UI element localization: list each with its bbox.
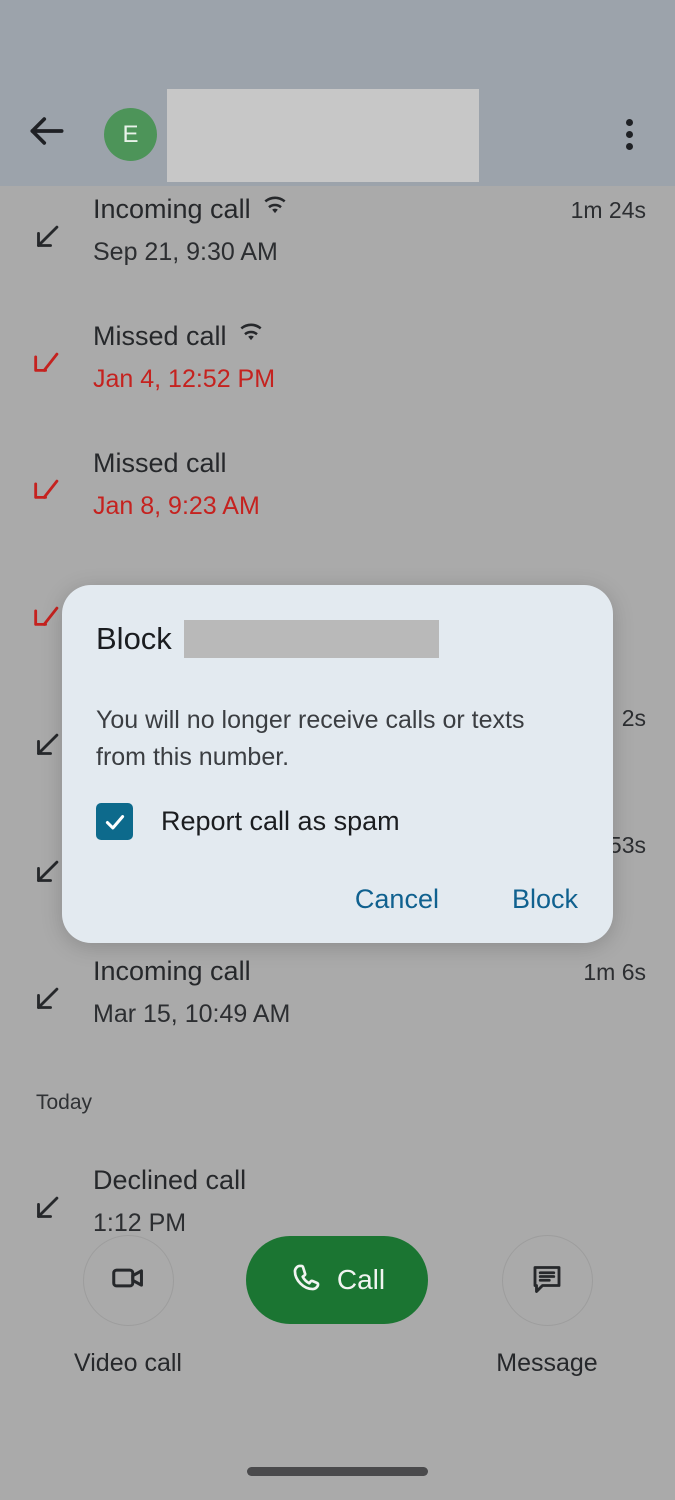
call-type-title: Declined call bbox=[93, 1163, 246, 1197]
call-type-title: Missed call bbox=[93, 446, 227, 480]
call-type-label: Missed call bbox=[93, 321, 227, 351]
call-button-label: Call bbox=[336, 1264, 386, 1295]
top-app-bar: E bbox=[0, 0, 675, 186]
call-button[interactable]: Call bbox=[246, 1236, 428, 1324]
cancel-button[interactable]: Cancel bbox=[353, 878, 441, 921]
call-log-entry[interactable]: Missed call Jan 8, 9:23 AM bbox=[0, 440, 675, 567]
dialog-title-number-redaction bbox=[183, 620, 439, 658]
more-vert-icon bbox=[625, 118, 633, 150]
call-datetime: Sep 21, 9:30 AM bbox=[93, 238, 278, 266]
message-button[interactable]: Message bbox=[457, 1235, 637, 1378]
dialog-button-row: Cancel Block bbox=[353, 878, 580, 921]
chat-bubble-icon bbox=[529, 1260, 565, 1301]
call-log-entry[interactable]: Incoming call Sep 21, 9:30 AM 1m 24s bbox=[0, 186, 675, 313]
dialog-message: You will no longer receive calls or text… bbox=[96, 706, 525, 771]
back-arrow-icon bbox=[25, 109, 69, 158]
phone-screen: E Incoming call Sep 21, 9:30 AM 1m 24s M… bbox=[0, 0, 675, 1500]
video-call-label: Video call bbox=[74, 1349, 182, 1377]
incoming-call-arrow-icon bbox=[30, 220, 64, 254]
bottom-action-bar: Video call Call Message bbox=[0, 1235, 675, 1410]
message-label: Message bbox=[496, 1349, 598, 1377]
call-duration: 1m 24s bbox=[570, 197, 646, 223]
call-datetime: Jan 8, 9:23 AM bbox=[93, 492, 260, 520]
declined-call-arrow-icon bbox=[30, 1191, 64, 1225]
dialog-title: Block bbox=[96, 617, 439, 661]
phone-handset-icon bbox=[289, 1261, 323, 1300]
report-spam-label: Report call as spam bbox=[161, 806, 400, 836]
overflow-menu-button[interactable] bbox=[605, 110, 653, 158]
report-spam-checkbox[interactable] bbox=[96, 803, 133, 840]
incoming-call-arrow-icon bbox=[30, 982, 64, 1016]
incoming-call-arrow-icon bbox=[30, 855, 64, 889]
wifi-call-icon bbox=[238, 319, 264, 353]
block-confirm-button[interactable]: Block bbox=[510, 878, 580, 921]
call-type-label: Declined call bbox=[93, 1165, 247, 1195]
missed-call-arrow-icon bbox=[30, 474, 64, 508]
missed-call-arrow-icon bbox=[30, 601, 64, 635]
call-type-title: Incoming call bbox=[93, 192, 288, 226]
call-type-label: Incoming call bbox=[93, 956, 251, 986]
call-type-label: Missed call bbox=[93, 448, 227, 478]
call-type-title: Missed call bbox=[93, 319, 264, 353]
video-call-button-circle bbox=[82, 1235, 174, 1326]
video-call-button[interactable]: Video call bbox=[38, 1235, 218, 1378]
call-datetime: Mar 15, 10:49 AM bbox=[93, 1000, 291, 1028]
contact-name-redaction bbox=[167, 89, 479, 182]
dialog-title-text: Block bbox=[96, 621, 172, 656]
avatar-initial: E bbox=[122, 120, 139, 148]
call-datetime: Jan 4, 12:52 PM bbox=[93, 365, 276, 393]
call-log-entry[interactable]: Missed call Jan 4, 12:52 PM bbox=[0, 313, 675, 440]
call-duration: 53s bbox=[608, 832, 646, 858]
call-duration: 1m 6s bbox=[583, 959, 646, 985]
missed-call-arrow-icon bbox=[30, 347, 64, 381]
contact-avatar[interactable]: E bbox=[104, 108, 157, 161]
call-type-title: Incoming call bbox=[93, 954, 251, 988]
block-number-dialog: Block You will no longer receive calls o… bbox=[62, 585, 613, 943]
call-log-entry[interactable]: Incoming call Mar 15, 10:49 AM 1m 6s bbox=[0, 948, 675, 1075]
home-indicator[interactable] bbox=[247, 1467, 428, 1476]
wifi-call-icon bbox=[262, 192, 288, 226]
call-duration: 2s bbox=[621, 705, 646, 731]
report-spam-checkbox-row[interactable]: Report call as spam bbox=[96, 803, 400, 840]
call-type-label: Incoming call bbox=[93, 194, 251, 224]
section-header-today: Today bbox=[36, 1091, 93, 1114]
incoming-call-arrow-icon bbox=[30, 728, 64, 762]
message-button-circle bbox=[501, 1235, 593, 1326]
back-button[interactable] bbox=[22, 108, 72, 158]
video-camera-icon bbox=[109, 1259, 147, 1302]
